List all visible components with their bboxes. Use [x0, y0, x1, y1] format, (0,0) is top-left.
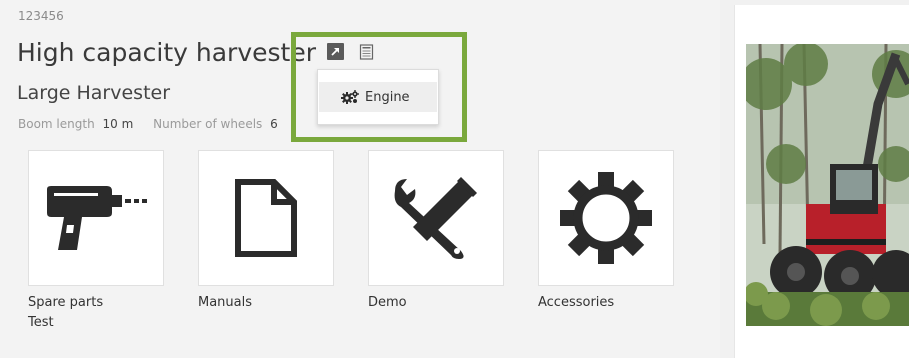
product-image-panel [734, 5, 909, 358]
external-link-icon[interactable] [327, 43, 344, 60]
spec-value-boom-length: 10 m [102, 117, 134, 131]
tile-manuals[interactable]: Manuals [198, 150, 334, 333]
tile-icon-box[interactable] [28, 150, 164, 286]
tile-label: Accessories [538, 295, 615, 310]
product-id: 123456 [18, 9, 64, 23]
document-list-icon[interactable] [358, 43, 375, 60]
product-specs: Boom length 10 m Number of wheels 6 [18, 117, 294, 131]
product-photo [746, 44, 909, 326]
tile-accessories[interactable]: Accessories [538, 150, 674, 333]
gears-icon [341, 90, 359, 104]
tile-label: Manuals [198, 295, 253, 310]
spec-label-boom-length: Boom length [18, 117, 95, 131]
tile-icon-box[interactable] [368, 150, 504, 286]
tile-label: Spare parts [28, 295, 104, 310]
tile-icon-box[interactable] [538, 150, 674, 286]
tile-label: Demo [368, 295, 407, 310]
product-subtitle: Large Harvester [17, 82, 171, 104]
tile-demo[interactable]: Demo [368, 150, 504, 333]
tile-icon-box[interactable] [198, 150, 334, 286]
menu-item-label: Engine [365, 89, 410, 105]
product-title: High capacity harvester [17, 38, 316, 67]
product-main-panel: 123456 High capacity harvester Large Har… [0, 0, 720, 358]
tile-spare-parts[interactable]: Spare parts Test [28, 150, 164, 333]
menu-item-engine[interactable]: Engine [319, 82, 437, 112]
cog-icon [560, 172, 652, 264]
spec-label-wheels: Number of wheels [153, 117, 263, 131]
document-icon [235, 179, 297, 257]
drill-icon [47, 186, 147, 250]
tools-icon [394, 177, 477, 259]
spec-value-wheels: 6 [270, 117, 278, 131]
tile-sublabel: Test [28, 315, 54, 330]
title-dropdown-menu: Engine [317, 69, 439, 125]
title-actions [327, 43, 375, 60]
category-tiles: Spare parts Test Manuals Demo Accessorie… [28, 150, 674, 333]
